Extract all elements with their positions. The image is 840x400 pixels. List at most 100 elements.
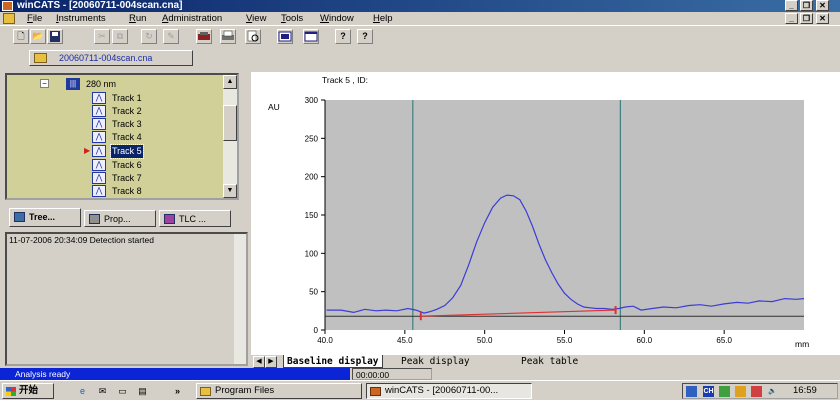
doc-minimize-button[interactable]: _ bbox=[785, 13, 798, 24]
log-line: 11-07-2006 20:34:09 Detection started bbox=[9, 235, 154, 245]
track-icon: ⋀ bbox=[92, 145, 106, 157]
log-scrollbar[interactable] bbox=[234, 234, 246, 364]
tree-tab-icon bbox=[14, 212, 25, 222]
title-bar[interactable]: winCATS - [20060711-004scan.cna] _ ❐ ✕ bbox=[0, 0, 840, 12]
y-tick-label: 200 bbox=[305, 173, 319, 182]
tray-icon-2[interactable] bbox=[735, 386, 746, 397]
tree-item-label: Track 2 bbox=[112, 106, 142, 116]
menu-file[interactable]: File bbox=[27, 12, 42, 25]
current-track-marker-icon: ▶ bbox=[84, 146, 91, 155]
ie-icon[interactable]: e bbox=[76, 385, 89, 397]
task-wincats[interactable]: winCATS - [20060711-00... bbox=[366, 383, 532, 399]
menu-window[interactable]: Window bbox=[320, 12, 354, 25]
y-tick-label: 250 bbox=[305, 134, 319, 143]
tlc-tab-icon bbox=[164, 214, 175, 224]
menu-view[interactable]: View bbox=[246, 12, 266, 25]
track-icon: ⋀ bbox=[92, 131, 106, 143]
volume-icon[interactable]: 🔈 bbox=[767, 386, 778, 397]
tree-item-label: Track 3 bbox=[112, 119, 142, 129]
tree-item-label: Track 1 bbox=[112, 93, 142, 103]
language-indicator[interactable]: CH bbox=[703, 386, 714, 397]
y-tick-label: 300 bbox=[305, 96, 319, 105]
task-label: Program Files bbox=[215, 385, 275, 396]
close-button[interactable]: ✕ bbox=[816, 0, 829, 11]
new-doc-icon[interactable]: 🗋 bbox=[13, 29, 29, 44]
edit-icon[interactable]: ✎ bbox=[163, 29, 179, 44]
tray-icon-3[interactable] bbox=[751, 386, 762, 397]
print-preview-icon[interactable] bbox=[245, 29, 261, 44]
scroll-thumb[interactable] bbox=[223, 105, 237, 141]
doc-restore-button[interactable]: ❐ bbox=[800, 13, 813, 24]
document-tab[interactable]: 20060711-004scan.cna bbox=[29, 50, 193, 66]
menu-bar: File Instruments Run Administration View… bbox=[0, 12, 840, 25]
tab-baseline-display[interactable]: Baseline display bbox=[283, 355, 383, 368]
layout-icon[interactable] bbox=[277, 29, 293, 44]
menu-tools[interactable]: Tools bbox=[281, 12, 303, 25]
context-help-icon[interactable]: ? bbox=[357, 29, 373, 44]
menu-help[interactable]: Help bbox=[373, 12, 393, 25]
collapse-icon[interactable]: − bbox=[40, 79, 49, 88]
document-icon[interactable] bbox=[3, 13, 15, 24]
tab-peak-display[interactable]: Peak display bbox=[401, 355, 470, 368]
tab-scroll-left-icon[interactable]: ◀ bbox=[253, 356, 265, 368]
windows-logo-icon bbox=[6, 387, 16, 396]
print-icon[interactable] bbox=[220, 29, 236, 44]
quicklaunch-more-icon[interactable]: » bbox=[171, 385, 184, 397]
menu-administration[interactable]: Administration bbox=[162, 12, 222, 25]
cut-icon[interactable]: ✂ bbox=[94, 29, 110, 44]
app-icon[interactable] bbox=[2, 1, 13, 11]
restore-button[interactable]: ❐ bbox=[800, 0, 813, 11]
track-icon: ⋀ bbox=[92, 105, 106, 117]
window-title: winCATS - [20060711-004scan.cna] bbox=[17, 0, 183, 11]
x-tick-label: 55.0 bbox=[557, 336, 573, 345]
desktop-icon[interactable]: ▤ bbox=[136, 385, 149, 397]
task-program-files[interactable]: Program Files bbox=[196, 383, 362, 399]
tree-item-label: Track 5 bbox=[110, 144, 144, 159]
x-tick-label: 65.0 bbox=[716, 336, 732, 345]
tab-scroll-right-icon[interactable]: ▶ bbox=[265, 356, 277, 368]
save-icon[interactable] bbox=[47, 29, 63, 44]
properties-tab-icon bbox=[89, 214, 100, 224]
track-icon: ⋀ bbox=[92, 92, 106, 104]
menu-instruments[interactable]: Instruments bbox=[56, 12, 106, 25]
tab-tlc[interactable]: TLC ... bbox=[159, 210, 231, 227]
copy-icon[interactable]: ⧉ bbox=[112, 29, 128, 44]
open-icon[interactable]: 📂 bbox=[30, 29, 46, 44]
system-tray: CH 🔈 16:59 bbox=[682, 383, 838, 399]
refresh-icon[interactable]: ↻ bbox=[141, 29, 157, 44]
wincats-task-icon bbox=[370, 387, 381, 396]
tab-tree[interactable]: Tree... bbox=[9, 208, 81, 227]
start-button[interactable]: 开始 bbox=[2, 383, 54, 399]
folder-icon bbox=[200, 387, 211, 396]
instrument-icon[interactable] bbox=[196, 29, 212, 44]
tray-icon-1[interactable] bbox=[719, 386, 730, 397]
help-icon[interactable]: ? bbox=[335, 29, 351, 44]
scroll-up-icon[interactable]: ▲ bbox=[223, 75, 237, 89]
track-icon: ⋀ bbox=[92, 159, 106, 171]
y-tick-label: 50 bbox=[309, 288, 318, 297]
minimize-button[interactable]: _ bbox=[785, 0, 798, 11]
densitogram-chart[interactable]: Track 5 , ID: AU mm 0 50 100 150 200 250 300 40… bbox=[251, 72, 840, 354]
tree-panel[interactable]: − ||| 280 nm ⋀ Track 1 ⋀ Track 2 ⋀ Track… bbox=[5, 73, 239, 200]
tab-properties[interactable]: Prop... bbox=[84, 210, 156, 227]
explorer-icon[interactable]: ▭ bbox=[116, 385, 129, 397]
chart-pane[interactable]: Track 5 , ID: AU mm 0 50 100 150 200 250 300 40… bbox=[251, 72, 840, 354]
tree-item-label: Track 7 bbox=[112, 173, 142, 183]
window-icon[interactable] bbox=[303, 29, 319, 44]
track-icon: ⋀ bbox=[92, 118, 106, 130]
track-icon: ⋀ bbox=[92, 185, 106, 197]
tree-item-label: Track 6 bbox=[112, 160, 142, 170]
outlook-icon[interactable]: ✉ bbox=[96, 385, 109, 397]
left-tab-strip: Tree... Prop... TLC ... bbox=[5, 207, 239, 229]
tree-node-label: 280 nm bbox=[86, 79, 117, 89]
scroll-down-icon[interactable]: ▼ bbox=[223, 184, 237, 198]
doc-close-button[interactable]: ✕ bbox=[816, 13, 829, 24]
menu-run[interactable]: Run bbox=[129, 12, 146, 25]
y-tick-label: 150 bbox=[305, 211, 319, 220]
display-tabs-bar: ◀ ▶ Baseline display Peak display Peak t… bbox=[251, 354, 840, 368]
start-label: 开始 bbox=[19, 385, 39, 396]
tab-peak-table[interactable]: Peak table bbox=[521, 355, 578, 368]
tree-scrollbar[interactable]: ▲ ▼ bbox=[223, 75, 237, 198]
log-panel[interactable]: 11-07-2006 20:34:09 Detection started bbox=[5, 232, 248, 366]
network-icon[interactable] bbox=[686, 386, 697, 397]
